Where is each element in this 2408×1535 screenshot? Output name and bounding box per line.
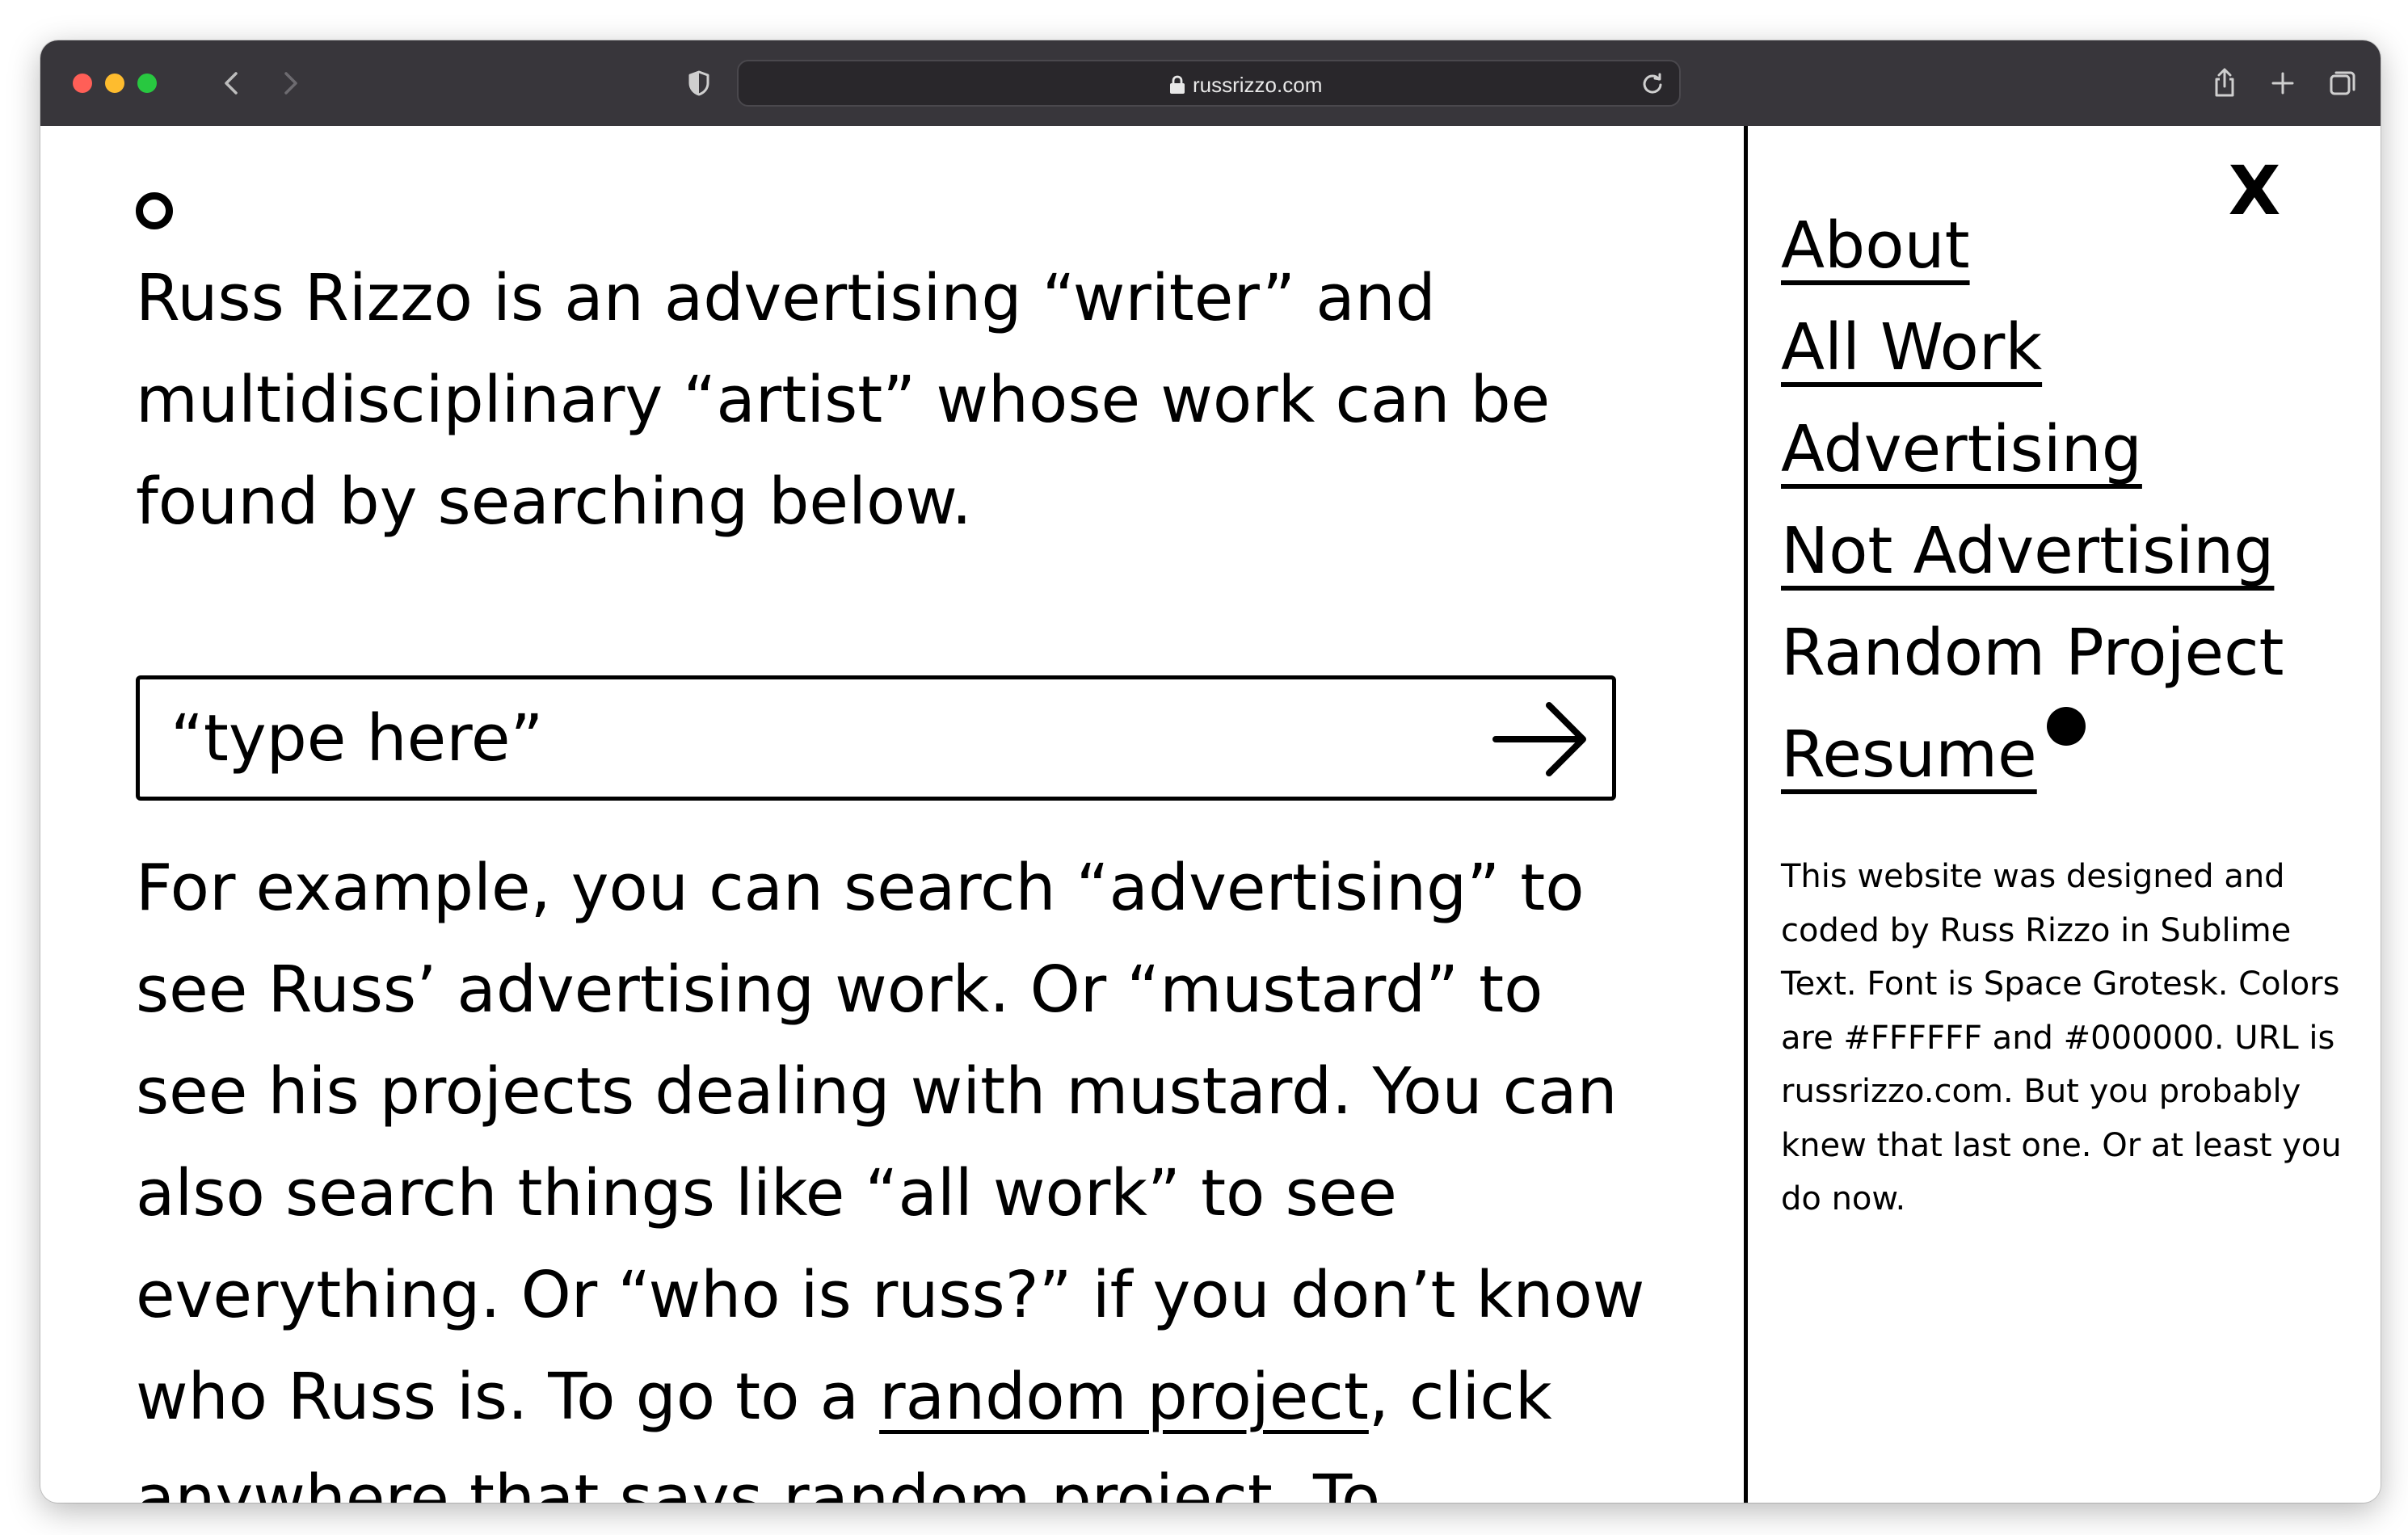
page-content: Russ Rizzo is an advertising “writer” an… (40, 126, 2381, 1503)
nav-menu: About All Work Advertising Not Advertisi… (1781, 205, 2284, 816)
tab-overview-button[interactable] (2324, 65, 2361, 102)
reload-icon[interactable] (1637, 68, 1668, 99)
arrow-right-icon[interactable] (1492, 699, 1591, 780)
intro-text: Russ Rizzo is an advertising “writer” an… (136, 261, 1551, 539)
nav-item: About (1781, 205, 2284, 307)
zoom-window-button[interactable] (137, 74, 157, 93)
close-window-button[interactable] (73, 74, 92, 93)
nav-item: Advertising (1781, 409, 2284, 511)
instructions-text-part: For example, you can search “advertising… (136, 851, 1645, 1434)
shield-icon (688, 70, 709, 96)
nav-link-about[interactable]: About (1781, 205, 1970, 286)
search-input[interactable] (170, 694, 1463, 783)
logo-circle[interactable] (136, 192, 173, 229)
browser-toolbar: russrizzo.com (40, 40, 2381, 126)
share-button[interactable] (2206, 65, 2243, 102)
share-icon (2215, 68, 2234, 97)
nav-link-all-work[interactable]: All Work (1781, 307, 2042, 388)
nav-item: All Work (1781, 307, 2284, 409)
address-bar[interactable]: russrizzo.com (737, 60, 1681, 107)
chevron-right-icon (284, 72, 297, 95)
tabs-icon (2330, 71, 2355, 95)
nav-link-resume[interactable]: Resume (1781, 714, 2037, 795)
search-box[interactable] (136, 675, 1616, 801)
panel-divider (1744, 126, 1748, 1503)
nav-item: Random Project (1781, 612, 2284, 714)
forward-button[interactable] (272, 65, 309, 102)
new-tab-button[interactable] (2264, 65, 2301, 102)
nav-link-advertising[interactable]: Advertising (1781, 409, 2142, 490)
nav-link-random-project[interactable]: Random Project (1781, 612, 2284, 693)
browser-window: russrizzo.com Russ Rizzo is an advertisi… (40, 40, 2381, 1503)
url-text: russrizzo.com (1193, 73, 1323, 97)
custom-cursor (2047, 707, 2086, 746)
privacy-report-button[interactable] (680, 65, 718, 102)
lock-icon (1170, 75, 1185, 94)
plus-icon (2271, 72, 2294, 95)
back-button[interactable] (213, 65, 250, 102)
nav-item: Resume (1781, 714, 2284, 816)
minimize-window-button[interactable] (105, 74, 124, 93)
site-credits: This website was designed and coded by R… (1781, 858, 2342, 1217)
nav-link-not-advertising[interactable]: Not Advertising (1781, 511, 2274, 591)
instructions-text: For example, you can search “advertising… (136, 837, 1671, 1503)
nav-item: Not Advertising (1781, 511, 2284, 612)
random-project-link[interactable]: random project (879, 1360, 1369, 1434)
chevron-left-icon (225, 72, 238, 95)
